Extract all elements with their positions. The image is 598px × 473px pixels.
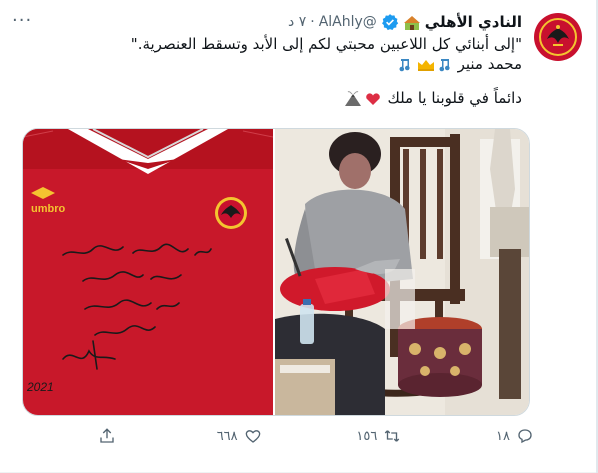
music-notes-icon: [399, 58, 450, 71]
quote-line: "إلى أبنائي كل اللاعبين محبتي لكم إلى ال…: [130, 35, 522, 53]
signature-name: محمد منير: [457, 55, 522, 73]
avatar[interactable]: [534, 13, 582, 61]
tweet-time[interactable]: ٧ د: [288, 12, 306, 32]
heart-emoji-icon: [365, 92, 380, 105]
share-icon: [100, 428, 114, 443]
closing-line: دائماً في قلوبنا يا ملك: [14, 88, 522, 108]
tweet-text: "إلى أبنائي كل اللاعبين محبتي لكم إلى ال…: [14, 34, 522, 108]
tweet-header: النادي الأهلي @AlAhly · ٧ د: [14, 12, 522, 32]
volcano-icon: [344, 90, 361, 106]
tweet-media[interactable]: umbro 2021: [22, 128, 530, 416]
signed-shirt-photo[interactable]: umbro 2021: [23, 129, 273, 415]
like-count: ٦٦٨: [216, 428, 238, 444]
verified-badge-icon: [381, 14, 398, 31]
closing-text: دائماً في قلوبنا يا ملك: [387, 89, 522, 107]
share-button[interactable]: [98, 427, 122, 445]
crown-icon: [417, 59, 434, 71]
reply-button[interactable]: ١٨: [496, 427, 534, 445]
retweet-icon: [385, 430, 400, 442]
reply-icon: [518, 429, 532, 444]
club-crest: [215, 197, 247, 229]
tweet-card[interactable]: النادي الأهلي @AlAhly · ٧ د ··· "إلى أبن…: [0, 0, 598, 473]
eagle-logo-icon: [539, 18, 577, 56]
tweet-content: النادي الأهلي @AlAhly · ٧ د ··· "إلى أبن…: [12, 10, 522, 108]
more-icon[interactable]: ···: [12, 10, 32, 31]
signing-photo[interactable]: [275, 129, 529, 415]
signature-line: محمد منير: [14, 54, 522, 74]
like-icon: [245, 430, 260, 443]
author-handle[interactable]: @AlAhly: [319, 12, 377, 32]
retweet-button[interactable]: ١٥٦: [356, 427, 401, 445]
svg-text:umbro: umbro: [31, 203, 66, 215]
author-name[interactable]: النادي الأهلي: [425, 12, 522, 32]
separator-dot: ·: [310, 14, 315, 30]
like-button[interactable]: ٦٦٨: [217, 427, 262, 445]
side-table: [275, 359, 335, 415]
house-emoji-icon: [403, 16, 420, 30]
shirt-year: 2021: [26, 380, 54, 394]
retweet-count: ١٥٦: [356, 428, 378, 444]
reply-count: ١٨: [496, 428, 510, 444]
volcano-heart-emoji-icon: [344, 90, 380, 106]
tweet-actions: ٦٦٨ ١٥٦ ١٨: [98, 424, 534, 448]
